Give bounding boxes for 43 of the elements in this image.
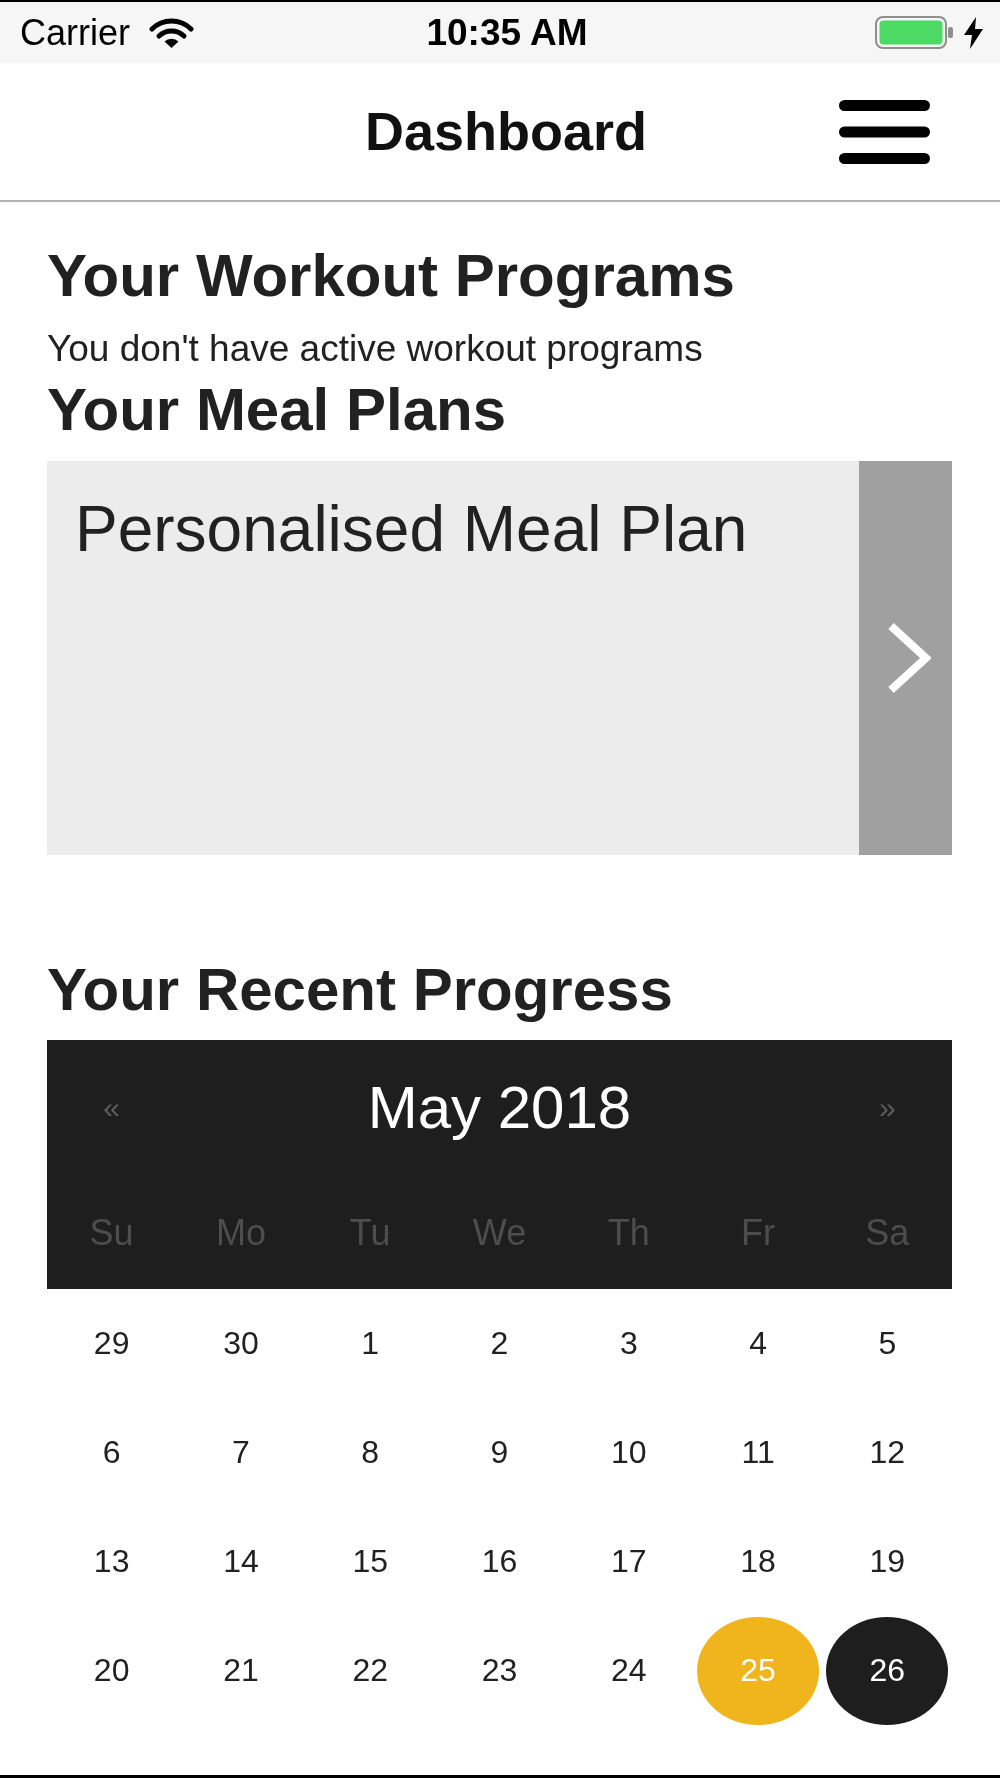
calendar-day[interactable]: 5	[826, 1289, 949, 1398]
calendar-day[interactable]: 14	[179, 1507, 302, 1616]
calendar-day[interactable]: 22	[309, 1616, 432, 1725]
calendar-day[interactable]: 9	[438, 1398, 561, 1507]
calendar-day[interactable]: 4	[697, 1289, 820, 1398]
calendar-day[interactable]: 24	[567, 1616, 690, 1725]
calendar-day[interactable]: 17	[567, 1507, 690, 1616]
calendar-day[interactable]: 2	[438, 1289, 561, 1398]
page-title: Dashboard	[364, 100, 648, 164]
calendar-day[interactable]: 26	[826, 1616, 949, 1725]
lightning-bolt-icon	[963, 16, 984, 49]
calendar-day[interactable]: 21	[179, 1616, 302, 1725]
month-title: May 2018	[367, 1073, 632, 1143]
calendar-day[interactable]: 16	[438, 1507, 561, 1616]
calendar-day[interactable]: 1	[309, 1289, 432, 1398]
calendar-day[interactable]: 19	[826, 1507, 949, 1616]
section-heading: Your Meal Plans	[47, 375, 508, 444]
section-heading: Your Workout Programs	[47, 241, 736, 310]
calendar-day[interactable]: 6	[50, 1398, 173, 1507]
meal-plan-card[interactable]: Personalised Meal Plan	[47, 461, 952, 855]
calendar-day[interactable]: 13	[50, 1507, 173, 1616]
chevron-right-icon	[886, 623, 931, 693]
empty-message: You don't have active workout programs	[47, 327, 704, 371]
section-heading: Your Recent Progress	[47, 955, 674, 1024]
menu-icon	[839, 99, 930, 164]
calendar-day[interactable]: 11	[697, 1398, 820, 1507]
carrier-label: Carrier	[20, 14, 130, 51]
calendar-day[interactable]: 15	[309, 1507, 432, 1616]
calendar-day[interactable]: 18	[697, 1507, 820, 1616]
wifi-icon	[149, 16, 194, 49]
calendar-day[interactable]: 30	[179, 1289, 302, 1398]
calendar-day[interactable]: 3	[567, 1289, 690, 1398]
menu-button[interactable]	[839, 99, 930, 164]
calendar-day[interactable]: 7	[179, 1398, 302, 1507]
meal-plan-title: Personalised Meal Plan	[75, 492, 748, 567]
calendar-day[interactable]: 20	[50, 1616, 173, 1725]
calendar-day[interactable]: 10	[567, 1398, 690, 1507]
calendar-day[interactable]: 8	[309, 1398, 432, 1507]
calendar-day[interactable]: 29	[50, 1289, 173, 1398]
battery-icon	[875, 16, 953, 49]
calendar-day[interactable]: 23	[438, 1616, 561, 1725]
clock-time: 10:35 AM	[425, 14, 588, 51]
calendar-day[interactable]: 12	[826, 1398, 949, 1507]
